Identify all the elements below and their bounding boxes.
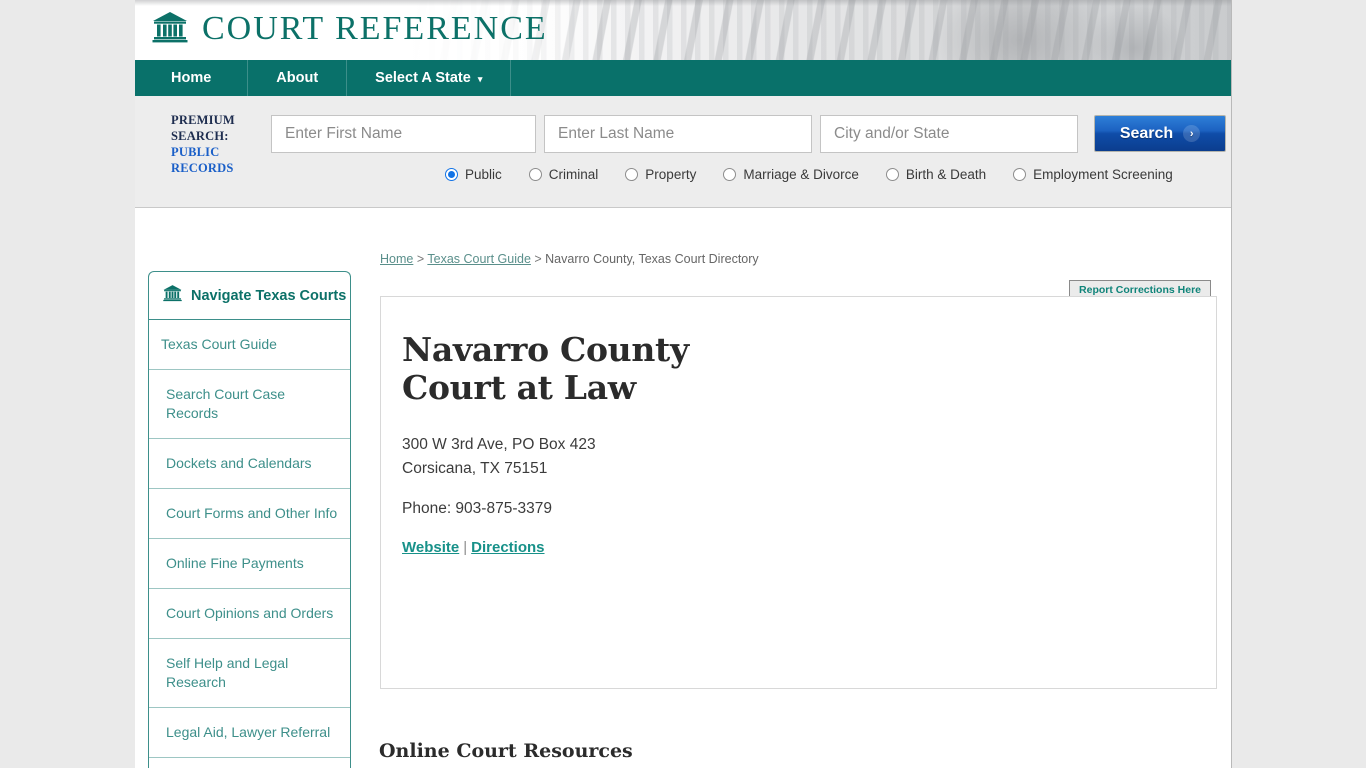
radio-label: Criminal: [548, 167, 599, 182]
radio-option-marriage-divorce[interactable]: Marriage & Divorce: [723, 167, 859, 182]
radio-label: Property: [645, 167, 697, 182]
online-court-resources-heading: Online Court Resources: [379, 740, 633, 762]
radio-icon: [1013, 168, 1027, 181]
premium-label-line-1: PREMIUM: [171, 113, 235, 127]
breadcrumb-link-home[interactable]: Home: [380, 252, 413, 266]
radio-icon: [528, 168, 542, 181]
court-address: 300 W 3rd Ave, PO Box 423 Corsicana, TX …: [381, 407, 1216, 481]
first-name-input[interactable]: [271, 115, 536, 153]
sidebar-item-label: Court Opinions and Orders: [166, 605, 334, 621]
sidebar-item-dockets-and-calendars[interactable]: Dockets and Calendars: [149, 439, 350, 489]
courthouse-icon: [152, 11, 188, 48]
radio-icon: [625, 168, 639, 181]
chevron-down-icon: ▾: [477, 73, 483, 84]
sidebar-navigate-texas-courts: Navigate Texas Courts Texas Court Guide …: [148, 271, 351, 768]
radio-icon: [723, 168, 737, 181]
premium-search-label: PREMIUM SEARCH: PUBLIC RECORDS: [171, 112, 261, 176]
main-navigation: Home About Select A State ▾: [135, 60, 1231, 96]
nav-empty-space: [511, 60, 1231, 96]
radio-icon: [445, 168, 458, 181]
sidebar-item-label: Texas Court Guide: [161, 336, 277, 352]
court-address-line-1: 300 W 3rd Ave, PO Box 423: [402, 436, 596, 453]
sidebar-item-label: Online Fine Payments: [166, 555, 304, 571]
court-address-line-2: Corsicana, TX 75151: [402, 460, 548, 477]
report-corrections-label: Report Corrections Here: [1079, 284, 1201, 296]
court-phone: Phone: 903-875-3379: [402, 500, 552, 517]
chevron-right-icon: ›: [1183, 125, 1201, 142]
site-logo-link[interactable]: COURT REFERENCE: [152, 10, 548, 48]
sidebar-header-label: Navigate Texas Courts: [191, 287, 347, 304]
sidebar-item-find-court-records-by-county: Find Court Records by Texas County:: [149, 758, 350, 768]
radio-label: Marriage & Divorce: [743, 167, 859, 182]
sidebar-item-label: Search Court Case Records: [166, 386, 286, 421]
website-link[interactable]: Website: [402, 539, 459, 556]
search-button-label: Search: [1119, 124, 1174, 142]
sidebar-item-search-court-case-records[interactable]: Search Court Case Records: [149, 370, 350, 439]
sidebar-item-texas-court-guide[interactable]: Texas Court Guide: [149, 320, 350, 370]
breadcrumb-separator: >: [413, 252, 428, 266]
radio-label: Public: [465, 167, 502, 182]
courthouse-icon: [163, 284, 182, 307]
page-container: COURT REFERENCE Home About Select A Stat…: [135, 0, 1232, 768]
search-fields-row: Search ›: [271, 115, 1226, 153]
nav-item-label: About: [276, 70, 319, 86]
nav-item-label: Select A State: [375, 70, 471, 86]
breadcrumb-current: Navarro County, Texas Court Directory: [545, 252, 759, 266]
radio-option-property[interactable]: Property: [625, 167, 696, 182]
premium-label-line-3: PUBLIC: [171, 145, 220, 159]
radio-option-public[interactable]: Public: [445, 167, 502, 182]
site-brand-name: COURT REFERENCE: [202, 10, 548, 47]
sidebar-item-legal-aid-lawyer-referral[interactable]: Legal Aid, Lawyer Referral: [149, 708, 350, 758]
sidebar-item-label: Legal Aid, Lawyer Referral: [166, 724, 331, 740]
radio-option-birth-death[interactable]: Birth & Death: [885, 167, 987, 182]
page-title: Navarro County Court at Law: [402, 330, 689, 407]
link-separator: |: [463, 539, 468, 556]
radio-label: Employment Screening: [1033, 167, 1173, 182]
sidebar-item-label: Dockets and Calendars: [166, 455, 312, 471]
sidebar-item-label: Court Forms and Other Info: [166, 505, 338, 521]
breadcrumb-link-texas-court-guide[interactable]: Texas Court Guide: [427, 252, 531, 266]
sidebar-header: Navigate Texas Courts: [149, 272, 350, 320]
directions-link[interactable]: Directions: [471, 539, 544, 556]
content-area: Home > Texas Court Guide > Navarro Count…: [135, 208, 1231, 768]
city-state-input[interactable]: [820, 115, 1078, 153]
sidebar-item-online-fine-payments[interactable]: Online Fine Payments: [149, 539, 350, 589]
premium-label-line-4: RECORDS: [171, 161, 234, 175]
sidebar-item-label: Self Help and Legal Research: [166, 655, 289, 690]
court-links: Website | Directions: [381, 518, 1216, 556]
masthead-top-shadow: [135, 0, 1231, 6]
nav-item-label: Home: [171, 70, 212, 86]
premium-label-line-2: SEARCH:: [171, 129, 229, 143]
radio-option-criminal[interactable]: Criminal: [528, 167, 599, 182]
nav-item-select-a-state[interactable]: Select A State ▾: [347, 60, 512, 96]
premium-search-bar: PREMIUM SEARCH: PUBLIC RECORDS Search › …: [135, 96, 1231, 208]
search-category-radio-group: Public Criminal Property Marriage & Divo…: [445, 167, 1173, 182]
court-detail-card: Navarro County Court at Law 300 W 3rd Av…: [380, 296, 1217, 689]
radio-icon: [885, 168, 899, 181]
nav-item-about[interactable]: About: [248, 60, 348, 96]
nav-item-home[interactable]: Home: [135, 60, 249, 96]
last-name-input[interactable]: [544, 115, 812, 153]
breadcrumb-separator: >: [530, 252, 546, 266]
radio-label: Birth & Death: [905, 167, 987, 182]
site-masthead: COURT REFERENCE: [135, 0, 1231, 60]
sidebar-item-court-forms-and-other-info[interactable]: Court Forms and Other Info: [149, 489, 350, 539]
sidebar-item-court-opinions-and-orders[interactable]: Court Opinions and Orders: [149, 589, 350, 639]
search-button[interactable]: Search ›: [1094, 115, 1226, 152]
breadcrumb: Home > Texas Court Guide > Navarro Count…: [380, 252, 759, 266]
radio-option-employment-screening[interactable]: Employment Screening: [1013, 167, 1173, 182]
sidebar-item-self-help-and-legal-research[interactable]: Self Help and Legal Research: [149, 639, 350, 708]
